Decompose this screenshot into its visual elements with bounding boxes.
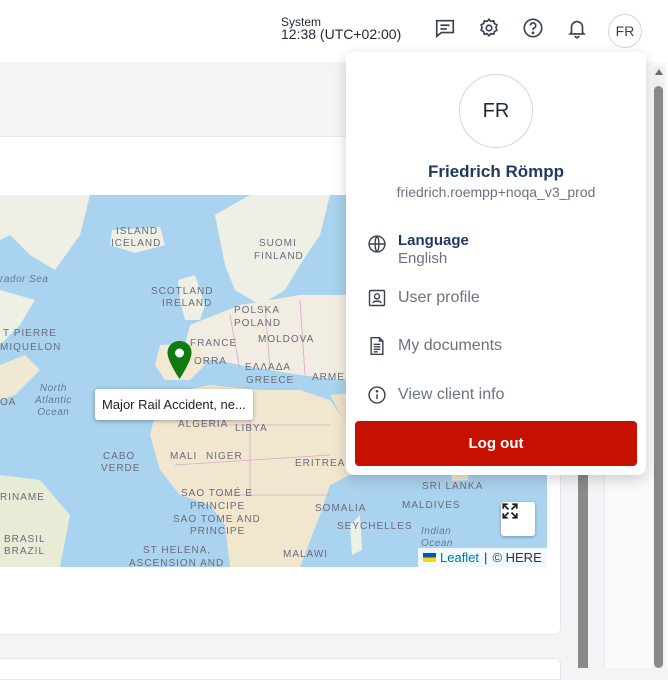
label-moldova: MOLDOVA: [258, 334, 315, 345]
label-cabo-verde-2: VERDE: [101, 463, 141, 474]
label-miquelon: MIQUELON: [0, 342, 62, 353]
menu-item-language[interactable]: Language English: [366, 232, 469, 267]
label-st-pierre: T PIERRE: [3, 328, 57, 339]
label-sao-tome-1: SAO TOMÉ E: [181, 488, 253, 499]
label-st-helena-1: ST HELENA,: [143, 545, 212, 556]
label-cabo-verde-1: CABO: [103, 451, 136, 462]
clock-time: 12:38 (UTC+02:00): [281, 26, 402, 42]
label-niger: NIGER: [206, 451, 243, 462]
label-france: FRANCE: [190, 338, 238, 349]
document-icon: [366, 335, 388, 357]
label-sao-tome-2: PRINCIPE: [190, 501, 246, 512]
label-malawi: MALAWI: [283, 549, 329, 560]
label-sao-tome-4: PRINCIPE: [190, 526, 246, 537]
fullscreen-button[interactable]: [501, 502, 535, 536]
label-riname: RINAME: [0, 492, 45, 503]
info-icon: [366, 384, 388, 406]
language-value: English: [398, 250, 448, 267]
label-algeria: ALGERIA: [178, 419, 229, 430]
label-polska: POLSKA: [234, 305, 281, 316]
avatar[interactable]: FR: [608, 14, 642, 48]
my-documents-label: My documents: [398, 337, 503, 354]
menu-item-view-client-info[interactable]: View client info: [366, 384, 504, 406]
label-greece: GREECE: [246, 375, 295, 386]
menu-item-user-profile[interactable]: User profile: [366, 287, 480, 309]
label-sao-tome-3: SAO TOME AND: [173, 514, 261, 525]
expand-icon: [502, 503, 518, 519]
label-seychelles: SEYCHELLES: [337, 521, 413, 532]
label-eritrea: ERITREA: [295, 458, 346, 469]
label-oa: OA: [0, 397, 17, 408]
menu-avatar: FR: [459, 74, 533, 148]
label-scotland: SCOTLAND: [151, 286, 214, 297]
logout-button[interactable]: Log out: [355, 421, 637, 466]
bell-icon[interactable]: [565, 16, 589, 40]
label-island: ISLAND: [116, 226, 159, 237]
help-icon[interactable]: [521, 16, 545, 40]
leaflet-link[interactable]: Leaflet: [440, 548, 479, 567]
view-client-info-label: View client info: [398, 386, 505, 403]
menu-item-my-documents[interactable]: My documents: [366, 335, 502, 357]
scroll-up-arrow-icon[interactable]: [653, 66, 665, 78]
label-poland: POLAND: [234, 318, 282, 329]
label-iceland: ICELAND: [111, 238, 162, 249]
label-brasil: BRASIL: [4, 534, 46, 545]
ukraine-flag-icon: [423, 553, 436, 562]
label-suomi: SUOMI: [259, 238, 297, 249]
label-finland: FINLAND: [254, 251, 304, 262]
attribution-separator: |: [484, 550, 488, 565]
language-title: Language: [398, 232, 469, 249]
label-somalia: SOMALIA: [315, 503, 367, 514]
globe-icon: [366, 233, 388, 255]
user-email: friedrich.roempp+noqa_v3_prod: [396, 184, 596, 200]
label-labrador: rador Sea: [0, 274, 49, 285]
system-clock: System 12:38 (UTC+02:00): [281, 16, 402, 42]
scrollbar-thumb[interactable]: [654, 86, 663, 668]
label-st-helena-2: ASCENSION AND: [129, 558, 225, 567]
next-card: [0, 658, 561, 680]
gear-icon[interactable]: [477, 16, 501, 40]
map-attribution: Leaflet | © HERE: [418, 548, 547, 567]
map-marker-pin-icon[interactable]: [166, 340, 193, 380]
chat-icon[interactable]: [433, 16, 457, 40]
user-card-icon: [366, 287, 388, 309]
user-menu-dropdown: FR Friedrich Römpp friedrich.roempp+noqa…: [346, 52, 646, 475]
marker-tooltip: Major Rail Accident, ne...: [95, 389, 253, 420]
label-sri-lanka: SRI LANKA: [422, 481, 484, 492]
user-name: Friedrich Römpp: [427, 162, 564, 181]
label-north-atlantic: North Atlantic Ocean: [35, 383, 72, 418]
label-indian-ocean: Indian Ocean: [421, 526, 453, 549]
label-armenia: ARME: [312, 372, 345, 383]
user-profile-label: User profile: [398, 289, 480, 306]
label-libya: LIBYA: [235, 423, 268, 434]
here-attribution: © HERE: [492, 550, 542, 565]
label-maldives: MALDIVES: [402, 500, 461, 511]
label-brazil: BRAZIL: [4, 546, 46, 557]
label-andorra: ORRA: [194, 356, 227, 367]
label-mali: MALI: [170, 451, 198, 462]
label-greece-gr: ΕΛΛΑΔΑ: [245, 362, 292, 373]
label-ireland: IRELAND: [162, 298, 213, 309]
inner-scrollbar-thumb[interactable]: [578, 470, 588, 668]
